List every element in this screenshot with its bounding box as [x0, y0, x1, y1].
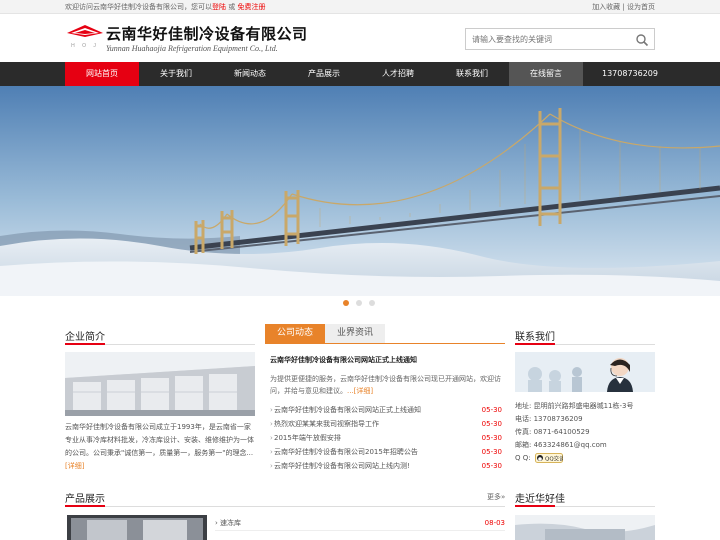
contact-address: 地址: 昆明前兴路邦盛电器城11栋-3号: [515, 400, 655, 413]
nav-item-jobs[interactable]: 人才招聘: [361, 62, 435, 86]
bullet-icon: ›: [270, 462, 273, 470]
news-summary-text: 为提供更便捷的服务，云南华好佳制冷设备有限公司现已开通网站，欢迎访问，并给与意见…: [270, 375, 501, 395]
news-list-item[interactable]: › 热烈欢迎某某来我司视察指导工作 05-30: [270, 417, 502, 431]
product-image[interactable]: [67, 515, 207, 540]
company-name-block: 云南华好佳制冷设备有限公司 Yunnan Huahaojia Refrigera…: [106, 25, 308, 54]
about-body: 云南华好佳制冷设备有限公司成立于1993年，是云南省一家专业从事冷库材料批发，冷…: [65, 423, 254, 457]
phone-label: 电话:: [515, 415, 532, 423]
top-bar: 欢迎访问云南华好佳制冷设备有限公司，您可以登陆 或 免费注册 加入收藏 | 设为…: [0, 0, 720, 14]
products-divider: [65, 506, 505, 507]
about-underline: [65, 343, 105, 345]
top-links: 加入收藏 | 设为首页: [592, 0, 655, 14]
products-title: 产品展示: [65, 494, 105, 505]
banner-dot-2[interactable]: [356, 300, 362, 306]
news-item-date: 05-30: [481, 406, 502, 414]
customer-service-image: [515, 352, 655, 392]
address-value: 昆明前兴路邦盛电器城11栋-3号: [533, 402, 634, 410]
bullet-icon: ›: [270, 448, 273, 456]
hero-banner[interactable]: [0, 86, 720, 296]
product-item-title[interactable]: 速冻库: [220, 519, 241, 527]
news-summary-more[interactable]: ...[详细]: [347, 387, 373, 395]
news-list-item[interactable]: › 云南华好佳制冷设备有限公司2015年招聘公告 05-30: [270, 445, 502, 459]
register-link[interactable]: 免费注册: [237, 3, 265, 11]
product-item-date: 08-03: [484, 519, 505, 527]
contact-fax: 传真: 0871-64100529: [515, 426, 655, 439]
nav-item-products[interactable]: 产品展示: [287, 62, 361, 86]
news-item-date: 05-30: [481, 448, 502, 456]
about-summary: 云南华好佳制冷设备有限公司成立于1993年，是云南省一家专业从事冷库材料批发，冷…: [65, 421, 255, 473]
near-title: 走近华好佳: [515, 494, 565, 505]
news-list-item[interactable]: › 云南华好佳制冷设备有限公司网站上线内测! 05-30: [270, 459, 502, 473]
nav-phone: 13708736209: [602, 69, 658, 78]
news-item-title[interactable]: 云南华好佳制冷设备有限公司网站上线内测!: [274, 459, 410, 473]
news-summary: 为提供更便捷的服务，云南华好佳制冷设备有限公司现已开通网站，欢迎访问，并给与意见…: [270, 373, 502, 397]
qq-button-label: QQ交谈: [545, 455, 563, 463]
near-image[interactable]: [515, 515, 655, 540]
site-header: H O J 云南华好佳制冷设备有限公司 Yunnan Huahaojia Ref…: [0, 14, 720, 62]
bullet-icon: ›: [270, 406, 273, 414]
fax-value: 0871-64100529: [533, 428, 590, 436]
welcome-text: 欢迎访问云南华好佳制冷设备有限公司，您可以登陆 或 免费注册: [65, 0, 265, 14]
qq-chat-button[interactable]: QQ交谈: [534, 453, 565, 463]
nav-item-about[interactable]: 关于我们: [139, 62, 213, 86]
banner-dot-1[interactable]: [343, 300, 349, 306]
bullet-icon: ›: [270, 434, 273, 442]
news-item-title[interactable]: 2015年端午放假安排: [274, 431, 341, 445]
add-favorite-link[interactable]: 加入收藏: [592, 3, 620, 11]
news-list-item[interactable]: › 2015年端午放假安排 05-30: [270, 431, 502, 445]
nav-item-news[interactable]: 新闻动态: [213, 62, 287, 86]
about-image: [65, 352, 255, 416]
about-more-link[interactable]: [详细]: [65, 462, 84, 470]
tab-industry-news[interactable]: 业界资讯: [325, 324, 385, 343]
contact-title: 联系我们: [515, 332, 555, 343]
banner-pagination: [0, 300, 720, 310]
or-text: 或: [226, 3, 238, 11]
news-item-date: 05-30: [481, 462, 502, 470]
company-name-cn: 云南华好佳制冷设备有限公司: [106, 25, 308, 43]
contact-qq: Q Q: QQ交谈: [515, 452, 655, 465]
phone-value: 13708736209: [533, 415, 583, 423]
news-item-date: 05-30: [481, 434, 502, 442]
news-item-title[interactable]: 热烈欢迎某某来我司视察指导工作: [274, 417, 379, 431]
qq-label: Q Q:: [515, 454, 531, 462]
search-input[interactable]: [466, 29, 631, 49]
news-item-date: 05-30: [481, 420, 502, 428]
news-divider: [265, 343, 505, 344]
welcome-message: 欢迎访问云南华好佳制冷设备有限公司，您可以: [65, 3, 212, 11]
company-name-en: Yunnan Huahaojia Refrigeration Equipment…: [106, 44, 278, 53]
set-homepage-link[interactable]: 设为首页: [627, 3, 655, 11]
logo-letters: H O J: [71, 43, 99, 49]
search-icon[interactable]: [635, 33, 649, 47]
contact-underline: [515, 343, 555, 345]
products-underline: [65, 505, 105, 507]
contact-info: 地址: 昆明前兴路邦盛电器城11栋-3号 电话: 13708736209 传真:…: [515, 400, 655, 465]
news-item-title[interactable]: 云南华好佳制冷设备有限公司2015年招聘公告: [274, 445, 418, 459]
about-title: 企业简介: [65, 332, 105, 343]
product-row-divider: [215, 530, 505, 531]
company-logo[interactable]: H O J: [65, 24, 105, 50]
tab-company-news[interactable]: 公司动态: [265, 324, 325, 343]
contact-phone: 电话: 13708736209: [515, 413, 655, 426]
login-link[interactable]: 登陆: [212, 3, 226, 11]
near-underline: [515, 505, 555, 507]
nav-item-home[interactable]: 网站首页: [65, 62, 139, 86]
email-label: 邮箱:: [515, 441, 532, 449]
news-list-item[interactable]: › 云南华好佳制冷设备有限公司网站正式上线通知 05-30: [270, 403, 502, 417]
news-item-title[interactable]: 云南华好佳制冷设备有限公司网站正式上线通知: [274, 403, 421, 417]
bullet-icon: ›: [270, 420, 273, 428]
separator: |: [620, 3, 627, 11]
news-headline[interactable]: 云南华好佳制冷设备有限公司网站正式上线通知: [270, 355, 417, 365]
email-link[interactable]: 463324861@qq.com: [534, 441, 607, 449]
nav-item-contact[interactable]: 联系我们: [435, 62, 509, 86]
address-label: 地址:: [515, 402, 532, 410]
contact-email: 邮箱: 463324861@qq.com: [515, 439, 655, 452]
fax-label: 传真:: [515, 428, 532, 436]
banner-dot-3[interactable]: [369, 300, 375, 306]
main-nav: 网站首页 关于我们 新闻动态 产品展示 人才招聘 联系我们 在线留言 13708…: [0, 62, 720, 86]
product-list-item[interactable]: › 速冻库 08-03: [215, 517, 505, 529]
products-more-link[interactable]: 更多»: [487, 492, 505, 502]
search-box: [465, 28, 655, 50]
nav-item-message[interactable]: 在线留言: [509, 62, 583, 86]
